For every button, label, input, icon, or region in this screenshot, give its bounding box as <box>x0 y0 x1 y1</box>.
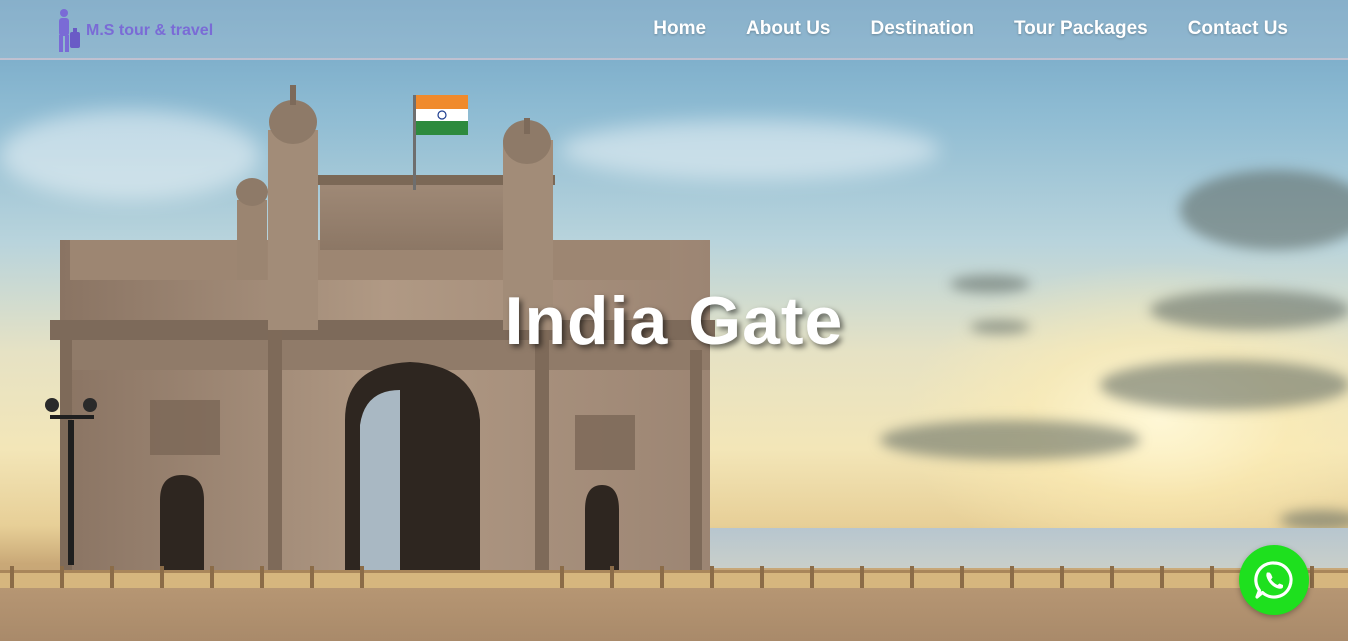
cloud <box>1180 170 1348 250</box>
promenade-railing <box>0 566 1348 588</box>
nav-destination[interactable]: Destination <box>870 18 973 40</box>
cloud <box>880 420 1140 460</box>
brand-name: M.S tour & travel <box>86 22 214 39</box>
whatsapp-icon <box>1254 561 1293 599</box>
main-menu: Home About Us Destination Tour Packages … <box>653 18 1288 40</box>
cloud <box>1100 360 1348 410</box>
nav-tour-packages[interactable]: Tour Packages <box>1014 18 1148 40</box>
nav-home[interactable]: Home <box>653 18 706 40</box>
traveler-logo-icon <box>59 9 80 52</box>
ground <box>0 588 1348 641</box>
whatsapp-button[interactable] <box>1239 545 1309 615</box>
top-navbar: M.S tour & travel Home About Us Destinat… <box>0 0 1348 60</box>
nav-contact-us[interactable]: Contact Us <box>1188 18 1288 40</box>
nav-about-us[interactable]: About Us <box>746 18 830 40</box>
brand-logo[interactable]: M.S tour & travel <box>54 8 213 54</box>
hero-banner: India Gate <box>0 0 1348 641</box>
hero-title: India Gate <box>504 283 844 359</box>
